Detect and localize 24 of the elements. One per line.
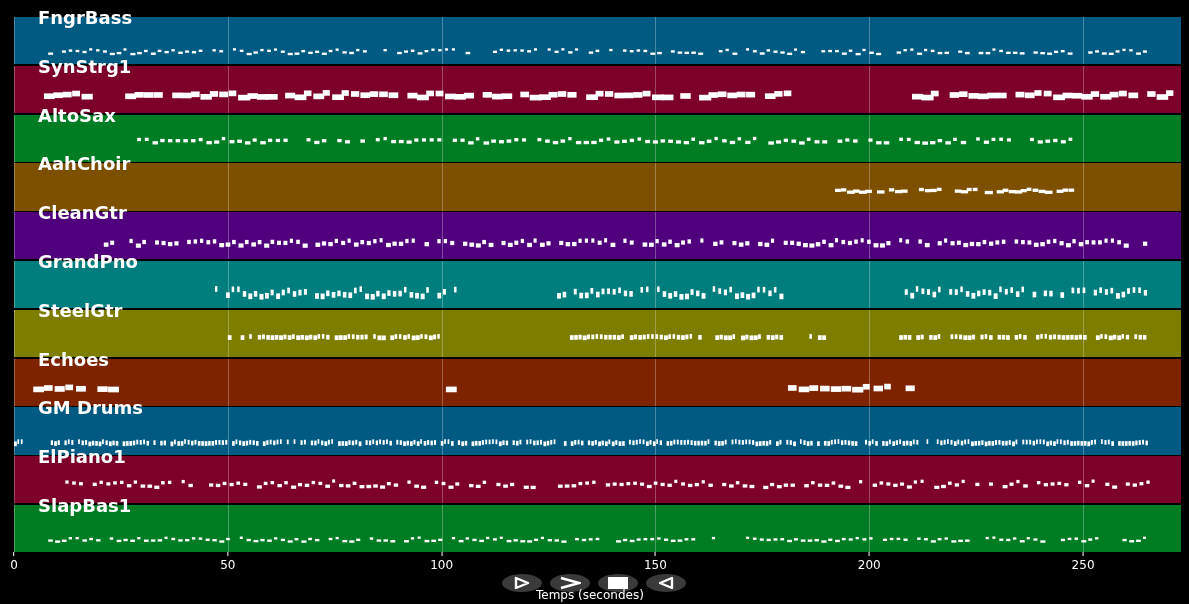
- reverse-button[interactable]: [646, 574, 686, 592]
- tick-label: 50: [220, 558, 236, 573]
- track-name: FngrBass: [38, 8, 133, 28]
- tick-label: 200: [857, 558, 881, 573]
- reverse-icon: [657, 576, 675, 590]
- step-play-icon: [513, 576, 531, 590]
- tick-label: 100: [430, 558, 454, 573]
- track-name: SteelGtr: [38, 300, 123, 321]
- track-name: AltoSax: [38, 105, 116, 126]
- axis-title: Temps (secondes): [536, 588, 644, 602]
- track-name: SynStrg1: [38, 56, 132, 77]
- stop-icon: [608, 577, 628, 589]
- track-name: CleanGtr: [38, 203, 127, 224]
- play-icon: [559, 576, 581, 590]
- track-name: ElPiano1: [38, 447, 126, 468]
- track-name: AahChoir: [38, 154, 131, 175]
- track-name: GrandPno: [38, 252, 138, 272]
- step-button[interactable]: [502, 574, 542, 592]
- track-name: SlapBas1: [38, 495, 132, 516]
- track-name: GM Drums: [38, 398, 144, 419]
- track-name: Echoes: [38, 349, 110, 370]
- tick-label: 150: [644, 558, 667, 573]
- tick-label: 0: [10, 558, 18, 573]
- tick-label: 250: [1071, 558, 1095, 573]
